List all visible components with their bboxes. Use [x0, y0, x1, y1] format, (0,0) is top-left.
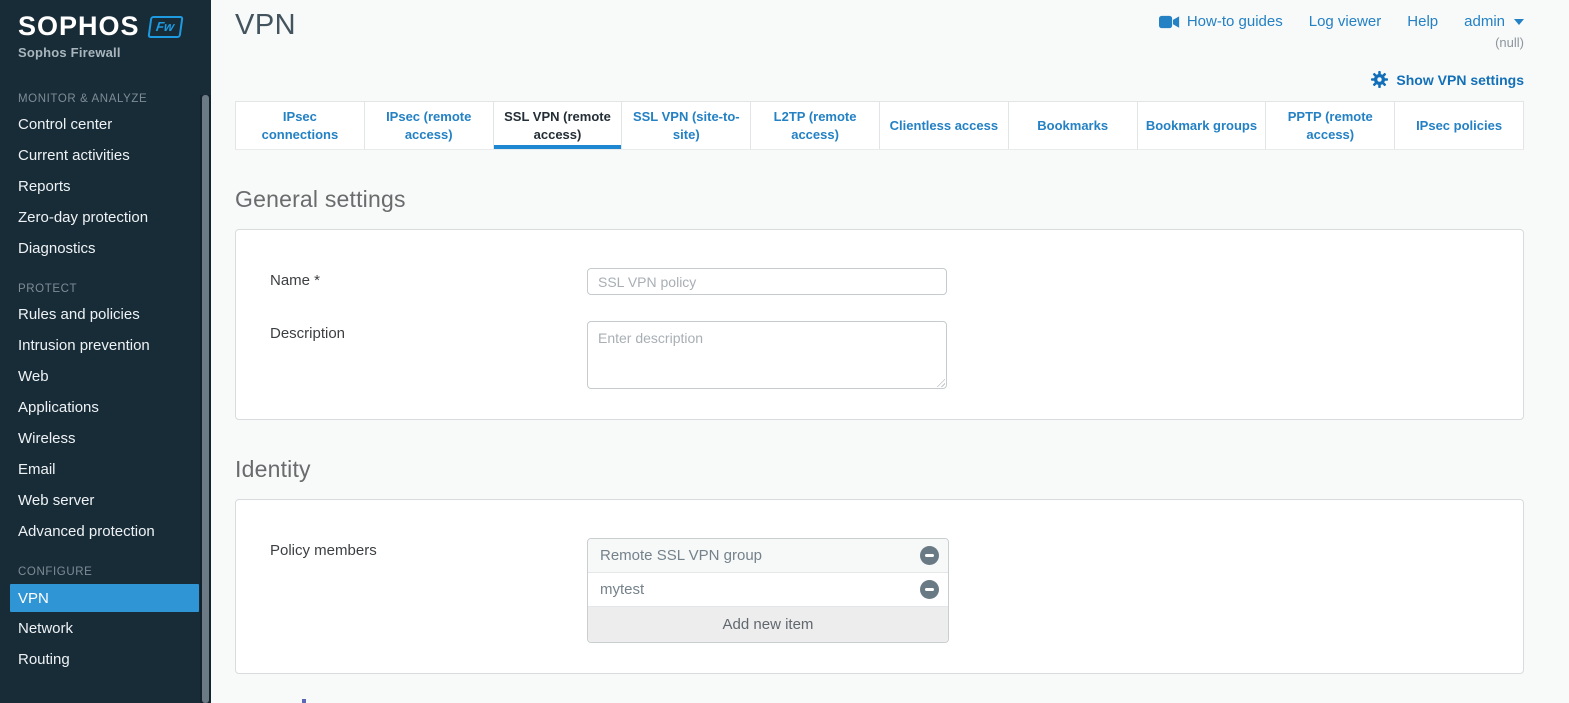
general-settings-heading: General settings: [235, 186, 1524, 213]
minus-circle-icon[interactable]: [920, 580, 939, 599]
sidebar-item-web-server[interactable]: Web server: [10, 485, 199, 516]
tab-l2tp-remote-access[interactable]: L2TP (remote access): [751, 102, 880, 149]
utility-area: How-to guides Log viewer Help admin (nul…: [1159, 9, 1524, 50]
sophos-logo: SOPHOS: [18, 11, 140, 42]
sidebar-scrollbar-track[interactable]: [200, 95, 211, 703]
main-content: VPN How-to guides Log viewer Help: [211, 0, 1569, 703]
help-link[interactable]: Help: [1407, 13, 1438, 30]
sidebar-item-current-activities[interactable]: Current activities: [10, 140, 199, 171]
identity-heading: Identity: [235, 456, 1524, 483]
tab-ipsec-remote-access[interactable]: IPsec (remote access): [365, 102, 494, 149]
tab-bookmark-groups[interactable]: Bookmark groups: [1138, 102, 1267, 149]
name-label: Name *: [270, 268, 587, 289]
firewall-badge-icon: Fw: [147, 16, 183, 38]
tab-ssl-vpn-site-to-site[interactable]: SSL VPN (site-to-site): [622, 102, 751, 149]
member-name: mytest: [600, 581, 644, 598]
general-settings-card: Name * Description: [235, 229, 1524, 420]
nav-section-protect: PROTECT: [0, 278, 211, 299]
sidebar-item-zero-day-protection[interactable]: Zero-day protection: [10, 202, 199, 233]
gear-icon: [1371, 71, 1388, 88]
policy-members-list: Remote SSL VPN group mytest Add new item: [587, 538, 949, 643]
member-name: Remote SSL VPN group: [600, 547, 762, 564]
help-label: Help: [1407, 13, 1438, 30]
user-subtext: (null): [1159, 35, 1524, 50]
page-title: VPN: [235, 9, 296, 42]
tab-clientless-access[interactable]: Clientless access: [880, 102, 1009, 149]
user-menu[interactable]: admin: [1464, 13, 1524, 30]
sidebar-item-control-center[interactable]: Control center: [10, 109, 199, 140]
sidebar-item-rules-and-policies[interactable]: Rules and policies: [10, 299, 199, 330]
sidebar-item-applications[interactable]: Applications: [10, 392, 199, 423]
tab-ssl-vpn-remote-access[interactable]: SSL VPN (remote access): [494, 102, 623, 149]
sidebar-item-web[interactable]: Web: [10, 361, 199, 392]
identity-card: Policy members Remote SSL VPN group myte…: [235, 499, 1524, 674]
sidebar: SOPHOS Fw Sophos Firewall MONITOR & ANAL…: [0, 0, 211, 703]
log-viewer-link[interactable]: Log viewer: [1309, 13, 1382, 30]
sidebar-item-advanced-protection[interactable]: Advanced protection: [10, 516, 199, 547]
next-section-heading-fragment: [302, 699, 306, 703]
nav-section-monitor-analyze: MONITOR & ANALYZE: [0, 88, 211, 109]
list-item: Remote SSL VPN group: [588, 539, 948, 573]
show-vpn-settings-button[interactable]: Show VPN settings: [1371, 71, 1524, 88]
nav-section-configure: CONFIGURE: [0, 561, 211, 582]
howto-guides-label: How-to guides: [1187, 13, 1283, 30]
tab-bookmarks[interactable]: Bookmarks: [1009, 102, 1138, 149]
sidebar-item-routing[interactable]: Routing: [10, 644, 199, 675]
vpn-tabstrip: IPsec connections IPsec (remote access) …: [235, 101, 1524, 150]
brand-subtitle: Sophos Firewall: [18, 45, 193, 60]
sidebar-item-network[interactable]: Network: [10, 613, 199, 644]
sidebar-item-intrusion-prevention[interactable]: Intrusion prevention: [10, 330, 199, 361]
name-input[interactable]: [587, 268, 947, 295]
tab-pptp-remote-access[interactable]: PPTP (remote access): [1266, 102, 1395, 149]
sidebar-scrollbar-thumb[interactable]: [202, 95, 209, 703]
howto-guides-link[interactable]: How-to guides: [1159, 13, 1283, 30]
log-viewer-label: Log viewer: [1309, 13, 1382, 30]
brand-logo: SOPHOS Fw Sophos Firewall: [0, 0, 211, 60]
show-vpn-settings-label: Show VPN settings: [1396, 72, 1524, 88]
minus-circle-icon[interactable]: [920, 546, 939, 565]
tab-ipsec-policies[interactable]: IPsec policies: [1395, 102, 1524, 149]
policy-members-label: Policy members: [270, 538, 587, 559]
add-new-item-button[interactable]: Add new item: [588, 607, 948, 642]
caret-down-icon: [1514, 19, 1524, 25]
sidebar-item-reports[interactable]: Reports: [10, 171, 199, 202]
sidebar-nav: MONITOR & ANALYZE Control center Current…: [0, 88, 211, 675]
sidebar-item-vpn[interactable]: VPN: [10, 584, 199, 612]
sidebar-item-wireless[interactable]: Wireless: [10, 423, 199, 454]
user-name: admin: [1464, 13, 1505, 30]
tab-ipsec-connections[interactable]: IPsec connections: [235, 102, 365, 149]
sidebar-item-email[interactable]: Email: [10, 454, 199, 485]
video-camera-icon: [1159, 15, 1180, 29]
description-label: Description: [270, 321, 587, 342]
list-item: mytest: [588, 573, 948, 607]
description-textarea[interactable]: [587, 321, 947, 389]
sidebar-item-diagnostics[interactable]: Diagnostics: [10, 233, 199, 264]
